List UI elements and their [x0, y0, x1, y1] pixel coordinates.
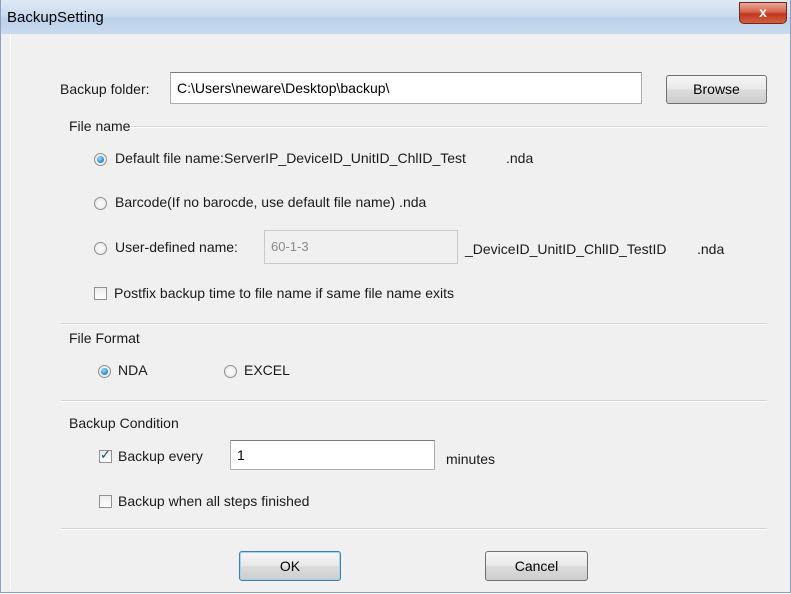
browse-button[interactable]: Browse — [666, 75, 767, 104]
backup-setting-dialog: BackupSetting x Backup folder: C:\Users\… — [0, 0, 791, 593]
default-file-name-radio[interactable] — [94, 153, 107, 166]
excel-radio[interactable] — [224, 365, 237, 378]
backup-folder-input[interactable]: C:\Users\neware\Desktop\backup\ — [170, 72, 642, 104]
default-file-name-label[interactable]: Default file name:ServerIP_DeviceID_Unit… — [115, 150, 466, 166]
buttons-divider — [61, 528, 767, 530]
file-format-group-divider — [61, 323, 767, 325]
dialog-client-area: Backup folder: C:\Users\neware\Desktop\b… — [10, 34, 786, 590]
file-format-group-label: File Format — [69, 330, 140, 346]
user-defined-ext: .nda — [697, 241, 725, 257]
excel-label[interactable]: EXCEL — [244, 362, 290, 378]
barcode-radio[interactable] — [94, 197, 107, 210]
backup-finished-checkbox[interactable] — [99, 495, 112, 508]
file-name-group-label: File name — [69, 118, 131, 134]
user-defined-radio[interactable] — [94, 242, 107, 255]
file-name-group-divider — [131, 126, 767, 128]
window-title: BackupSetting — [7, 9, 104, 26]
cancel-button[interactable]: Cancel — [485, 551, 588, 581]
backup-every-checkbox[interactable] — [99, 447, 112, 463]
user-defined-label[interactable]: User-defined name: — [115, 239, 238, 255]
backup-every-label[interactable]: Backup every — [118, 448, 203, 464]
close-button[interactable]: x — [739, 2, 787, 24]
ok-button[interactable]: OK — [239, 551, 341, 581]
barcode-label[interactable]: Barcode(If no barocde, use default file … — [115, 194, 426, 210]
title-bar[interactable]: BackupSetting x — [1, 0, 790, 34]
postfix-checkbox[interactable] — [94, 287, 107, 300]
backup-interval-unit: minutes — [446, 451, 496, 467]
backup-condition-group-divider — [61, 400, 767, 402]
default-file-name-ext: .nda — [506, 150, 534, 166]
backup-condition-group-label: Backup Condition — [69, 415, 179, 431]
backup-folder-label: Backup folder: — [60, 81, 150, 97]
backup-interval-input[interactable]: 1 — [230, 440, 435, 470]
backup-finished-label[interactable]: Backup when all steps finished — [118, 493, 309, 509]
postfix-label[interactable]: Postfix backup time to file name if same… — [114, 285, 454, 301]
nda-radio[interactable] — [98, 365, 111, 378]
user-defined-suffix: _DeviceID_UnitID_ChlID_TestID — [465, 241, 667, 257]
user-defined-name-input[interactable]: 60-1-3 — [264, 230, 458, 264]
nda-label[interactable]: NDA — [118, 362, 148, 378]
